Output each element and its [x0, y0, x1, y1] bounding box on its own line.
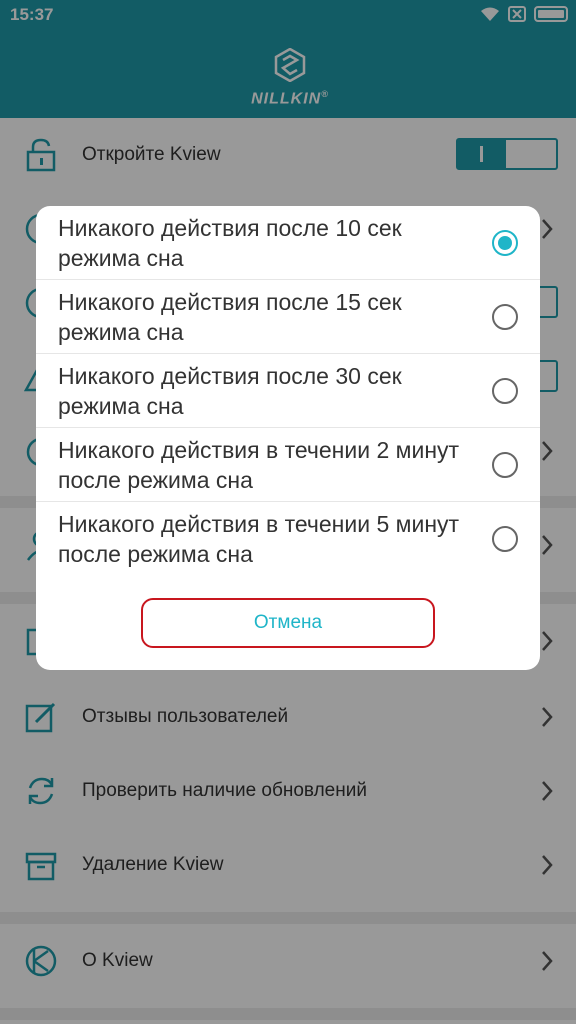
- radio-button[interactable]: [492, 526, 518, 552]
- sleep-action-dialog: Никакого действия после 10 сек режима сн…: [36, 206, 540, 670]
- radio-button-selected[interactable]: [492, 230, 518, 256]
- radio-button[interactable]: [492, 452, 518, 478]
- option-label: Никакого действия после 10 сек режима сн…: [58, 215, 402, 271]
- dialog-option[interactable]: Никакого действия в течении 5 минут посл…: [36, 502, 540, 576]
- radio-button[interactable]: [492, 304, 518, 330]
- cancel-button[interactable]: Отмена: [141, 598, 435, 648]
- radio-button[interactable]: [492, 378, 518, 404]
- option-label: Никакого действия после 15 сек режима сн…: [58, 289, 402, 345]
- option-label: Никакого действия в течении 5 минут посл…: [58, 511, 460, 567]
- option-label: Никакого действия в течении 2 минут посл…: [58, 437, 460, 493]
- option-label: Никакого действия после 30 сек режима сн…: [58, 363, 402, 419]
- dialog-option[interactable]: Никакого действия в течении 2 минут посл…: [36, 428, 540, 502]
- dialog-option[interactable]: Никакого действия после 15 сек режима сн…: [36, 280, 540, 354]
- dialog-option[interactable]: Никакого действия после 30 сек режима сн…: [36, 354, 540, 428]
- dialog-option[interactable]: Никакого действия после 10 сек режима сн…: [36, 206, 540, 280]
